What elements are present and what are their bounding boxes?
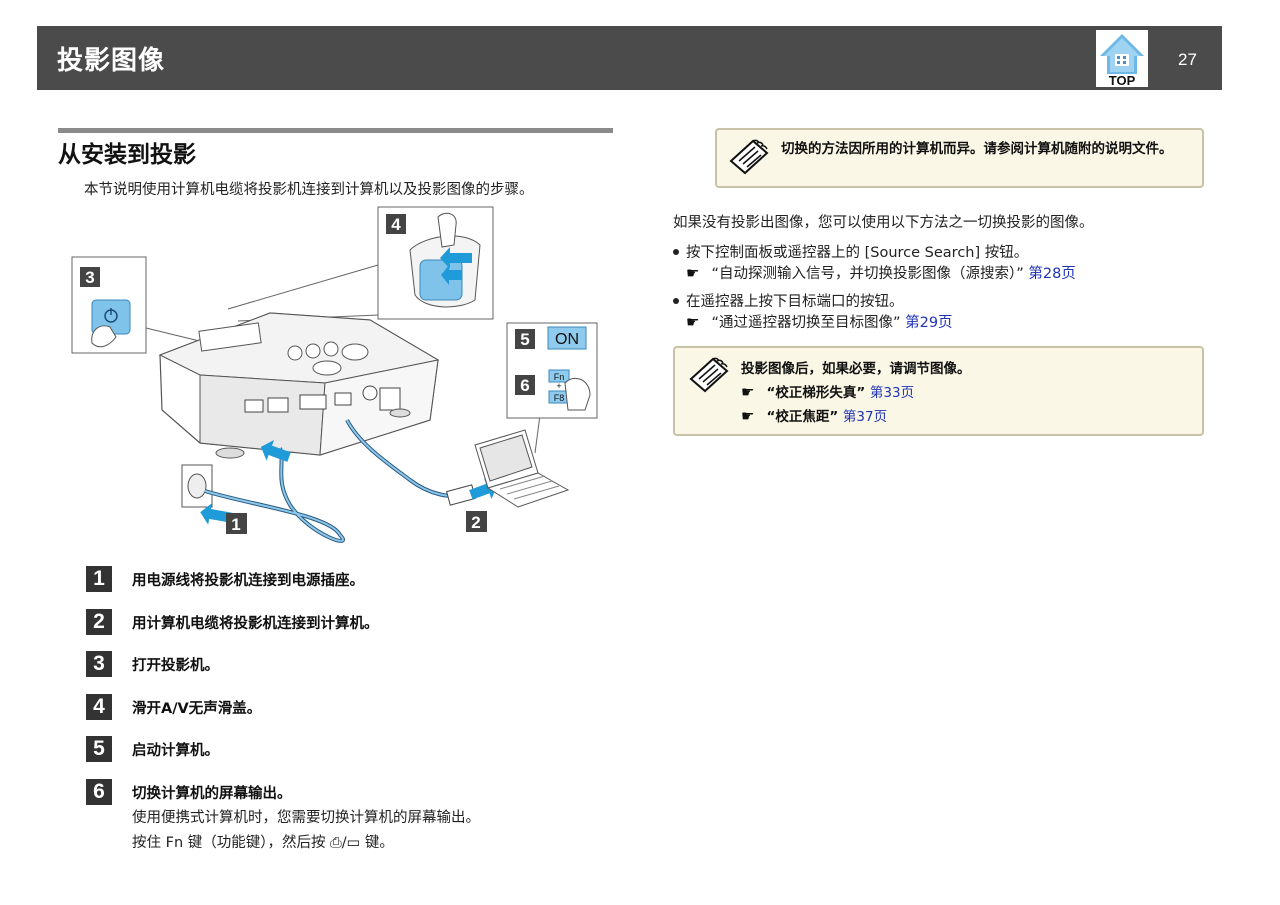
bullet-1: 按下控制面板或遥控器上的 [Source Search] 按钮。: [673, 241, 1028, 262]
note-2-ref-1: ☛ “校正梯形失真” 第33页: [741, 383, 915, 401]
page-link-29[interactable]: 第29页: [905, 315, 952, 331]
step-number: 5: [86, 736, 112, 762]
pointing-hand-icon: ☛: [741, 407, 755, 425]
memo-icon: [729, 139, 769, 175]
note-2-text: 投影图像后，如果必要，请调节图像。: [741, 361, 971, 377]
callout-1: 1: [231, 515, 240, 534]
step-text: 切换计算机的屏幕输出。: [132, 786, 292, 802]
page-link-33[interactable]: 第33页: [870, 385, 914, 401]
bullet-icon: [673, 249, 679, 255]
pointing-hand-icon: ☛: [686, 313, 700, 331]
step-text: 滑开A/V无声滑盖。: [132, 701, 262, 717]
page-link-37[interactable]: 第37页: [843, 409, 887, 425]
note-box-2: 投影图像后，如果必要，请调节图像。 ☛ “校正梯形失真” 第33页 ☛ “校正焦距”…: [673, 346, 1204, 436]
setup-illustration: 3 4 5 ON 6 Fn + F8 1 2: [71, 206, 598, 543]
top-house-icon: TOP: [1096, 30, 1148, 88]
note-box-1: 切换的方法因所用的计算机而异。请参阅计算机随附的说明文件。: [715, 128, 1204, 188]
bullet-2: 在遥控器上按下目标端口的按钮。: [673, 290, 904, 311]
page-link-28[interactable]: 第28页: [1028, 266, 1075, 282]
page-number: 27: [1178, 50, 1197, 69]
note-2-ref-2: ☛ “校正焦距” 第37页: [741, 407, 888, 425]
memo-icon: [689, 357, 729, 393]
step-number: 3: [86, 651, 112, 677]
step-text: 用计算机电缆将投影机连接到计算机。: [132, 616, 379, 632]
step-sub-1: 使用便携式计算机时，您需要切换计算机的屏幕输出。: [132, 810, 480, 826]
display-switch-key-icon: ⎙/▭: [330, 835, 361, 851]
right-paragraph: 如果没有投影出图像，您可以使用以下方法之一切换投影的图像。: [673, 215, 1094, 231]
bullet-2-ref: ☛ “通过遥控器切换至目标图像” 第29页: [686, 313, 953, 331]
plus-label: +: [556, 381, 561, 391]
page-title: 投影图像: [57, 46, 166, 76]
top-button[interactable]: TOP: [1096, 30, 1148, 88]
step-text: 打开投影机。: [132, 658, 219, 674]
top-label: TOP: [1109, 73, 1136, 87]
callout-3: 3: [85, 268, 94, 287]
section-intro: 本节说明使用计算机电缆将投影机连接到计算机以及投影图像的步骤。: [84, 182, 534, 198]
step-sub-2: 按住 Fn 键（功能键），然后按 ⎙/▭ 键。: [132, 835, 394, 851]
step-number: 6: [86, 779, 112, 805]
f8-key-label: F8: [554, 393, 565, 403]
pointing-hand-icon: ☛: [686, 264, 700, 282]
step-number: 2: [86, 609, 112, 635]
callout-5: 5: [520, 330, 529, 349]
pointing-hand-icon: ☛: [741, 383, 755, 401]
bullet-icon: [673, 298, 679, 304]
callout-4: 4: [391, 215, 401, 234]
step-text: 用电源线将投影机连接到电源插座。: [132, 573, 364, 589]
section-rule: [58, 128, 613, 133]
step-number: 1: [86, 566, 112, 592]
page-header: 投影图像 TOP 27: [37, 26, 1222, 90]
section-title: 从安装到投影: [58, 142, 196, 168]
callout-2: 2: [471, 513, 480, 532]
bullet-1-ref: ☛ “自动探测输入信号，并切换投影图像（源搜索）” 第28页: [686, 264, 1076, 282]
on-label: ON: [555, 331, 579, 348]
note-1-text: 切换的方法因所用的计算机而异。请参阅计算机随附的说明文件。: [781, 141, 1173, 157]
step-text: 启动计算机。: [132, 743, 219, 759]
callout-6: 6: [520, 376, 529, 395]
step-number: 4: [86, 694, 112, 720]
